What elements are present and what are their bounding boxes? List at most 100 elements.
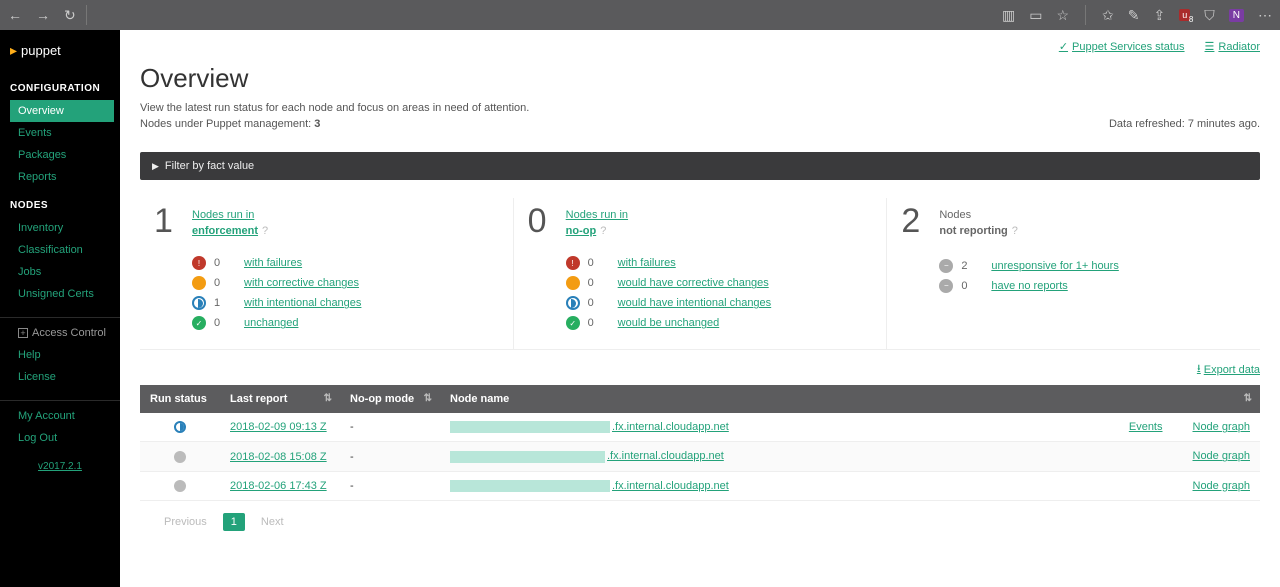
th-node-name[interactable]: Node name <box>440 385 1260 413</box>
nav-log-out[interactable]: Log Out <box>0 427 120 449</box>
nav-section-account: My Account Log Out <box>0 400 120 449</box>
ublock-icon[interactable]: u8 <box>1179 9 1190 21</box>
node-graph-link[interactable]: Node graph <box>1193 421 1251 433</box>
sidebar-item-classification[interactable]: Classification <box>0 239 120 261</box>
last-report-link[interactable]: 2018-02-09 09:13 Z <box>230 421 327 433</box>
stat-label-line1[interactable]: Nodes run in <box>192 208 499 223</box>
stat-item-count: 0 <box>588 317 618 329</box>
stat-item-link[interactable]: with failures <box>244 257 302 269</box>
stat-item-link[interactable]: would have corrective changes <box>618 277 769 289</box>
stat-item-link[interactable]: would be unchanged <box>618 317 720 329</box>
stat-items: !0with failures0would have corrective ch… <box>566 253 873 333</box>
export-data-link[interactable]: ⭳ Export data <box>1197 360 1260 379</box>
node-graph-link[interactable]: Node graph <box>1193 480 1251 492</box>
th-last-report[interactable]: Last report <box>220 385 340 413</box>
stat-label-line1[interactable]: Nodes run in <box>566 208 873 223</box>
table-row: 2018-02-08 15:08 Z - .fx.internal.cloudapp… <box>140 442 1260 471</box>
th-noop[interactable]: No-op mode <box>340 385 440 413</box>
nav-version[interactable]: v2017.2.1 <box>0 449 120 484</box>
shield-icon[interactable]: ⛉ <box>1204 7 1215 24</box>
pager-prev[interactable]: Previous <box>164 516 207 528</box>
cell-noop: - <box>340 442 440 471</box>
sidebar-item-packages[interactable]: Packages <box>0 144 120 166</box>
sidebar-item-events[interactable]: Events <box>0 122 120 144</box>
stat-item-link[interactable]: unresponsive for 1+ hours <box>991 260 1119 272</box>
stat-label-line2[interactable]: no-op <box>566 225 597 237</box>
stat-card-2: 2Nodesnot reporting?−2unresponsive for 1… <box>886 198 1260 349</box>
status-icon: ! <box>192 256 206 270</box>
stat-item-link[interactable]: with intentional changes <box>244 297 361 309</box>
stat-label-line2[interactable]: enforcement <box>192 225 258 237</box>
status-icon <box>174 451 186 463</box>
filter-bar[interactable]: ▶ Filter by fact value <box>140 152 1260 180</box>
help-icon[interactable]: ? <box>1012 225 1018 237</box>
stat-item: −0have no reports <box>939 276 1246 296</box>
sidebar-item-overview[interactable]: Overview <box>10 100 114 122</box>
refresh-icon[interactable]: ↻ <box>64 7 76 24</box>
sidebar-item-reports[interactable]: Reports <box>0 166 120 188</box>
stat-item: 0with corrective changes <box>192 273 499 293</box>
status-icon: − <box>939 259 953 273</box>
data-refreshed: Data refreshed: 7 minutes ago. <box>1109 118 1260 130</box>
stat-item-link[interactable]: have no reports <box>991 280 1067 292</box>
nav-license[interactable]: License <box>0 366 120 388</box>
node-name-link[interactable]: .fx.internal.cloudapp.net <box>612 480 729 492</box>
nav-help[interactable]: Help <box>0 344 120 366</box>
table-row: 2018-02-09 09:13 Z-.fx.internal.cloudapp… <box>140 413 1260 442</box>
star-icon[interactable]: ☆ <box>1056 7 1069 24</box>
stat-body: Nodes run inno-op?!0with failures0would … <box>566 204 873 333</box>
nav-header-nodes: NODES <box>0 188 120 217</box>
back-icon[interactable]: ← <box>8 7 22 23</box>
nav-access-control[interactable]: +Access Control <box>0 322 120 344</box>
book-icon[interactable]: ▭ <box>1029 7 1042 24</box>
stat-items: !0with failures0with corrective changes1… <box>192 253 499 333</box>
sidebar-item-inventory[interactable]: Inventory <box>0 217 120 239</box>
help-icon[interactable]: ? <box>262 225 268 237</box>
reading-view-icon[interactable]: ▥ <box>1002 7 1015 24</box>
last-report-link[interactable]: 2018-02-06 17:43 Z <box>230 480 327 492</box>
stat-item-link[interactable]: would have intentional changes <box>618 297 772 309</box>
pen-icon[interactable]: ✎ <box>1128 7 1140 24</box>
radiator-link[interactable]: ☰ Radiator <box>1205 40 1260 53</box>
chrome-nav: ← → ↻ <box>8 7 76 24</box>
more-icon[interactable]: ⋯ <box>1258 7 1272 24</box>
help-icon[interactable]: ? <box>600 225 606 237</box>
nav-nodes-list: InventoryClassificationJobsUnsigned Cert… <box>0 217 120 305</box>
pager-current[interactable]: 1 <box>223 513 245 531</box>
services-status-link[interactable]: ✓ Puppet Services status <box>1059 40 1185 53</box>
th-run-status[interactable]: Run status <box>140 385 220 413</box>
share-icon[interactable]: ⇪ <box>1154 7 1166 24</box>
favorites-icon[interactable]: ✩ <box>1102 7 1114 24</box>
export-row: ⭳ Export data <box>140 350 1260 385</box>
node-name-redacted <box>450 480 610 492</box>
onenote-icon[interactable]: N <box>1229 9 1244 22</box>
stat-card-1: 0Nodes run inno-op?!0with failures0would… <box>513 198 887 349</box>
node-name-link[interactable]: .fx.internal.cloudapp.net <box>612 421 729 433</box>
cell-run-status <box>140 471 220 500</box>
stat-label-line2: not reporting <box>939 225 1007 237</box>
cell-node-name: .fx.internal.cloudapp.net Events Node grap… <box>440 413 1260 442</box>
sidebar-item-unsigned-certs[interactable]: Unsigned Certs <box>0 283 120 305</box>
stat-item-count: 0 <box>214 277 244 289</box>
pager-next[interactable]: Next <box>261 516 284 528</box>
stat-item-count: 0 <box>214 257 244 269</box>
node-name-redacted <box>450 421 610 433</box>
status-icon <box>566 296 580 310</box>
stats-row: 1Nodes run inenforcement?!0with failures… <box>140 198 1260 350</box>
nodes-table: Run status Last report No-op mode Node n… <box>140 385 1260 500</box>
stat-item: ✓0unchanged <box>192 313 499 333</box>
forward-icon[interactable]: → <box>36 7 50 23</box>
stat-count: 1 <box>154 204 192 333</box>
sidebar-item-jobs[interactable]: Jobs <box>0 261 120 283</box>
stat-item-count: 0 <box>214 317 244 329</box>
node-name-link[interactable]: .fx.internal.cloudapp.net <box>607 450 724 462</box>
last-report-link[interactable]: 2018-02-08 15:08 Z <box>230 451 327 463</box>
stat-item-link[interactable]: unchanged <box>244 317 298 329</box>
brand-label: puppet <box>21 43 61 58</box>
brand[interactable]: ▸ puppet <box>0 30 120 71</box>
events-link[interactable]: Events <box>1129 421 1163 433</box>
nav-my-account[interactable]: My Account <box>0 405 120 427</box>
stat-item-link[interactable]: with corrective changes <box>244 277 359 289</box>
node-graph-link[interactable]: Node graph <box>1193 450 1251 462</box>
stat-item-link[interactable]: with failures <box>618 257 676 269</box>
